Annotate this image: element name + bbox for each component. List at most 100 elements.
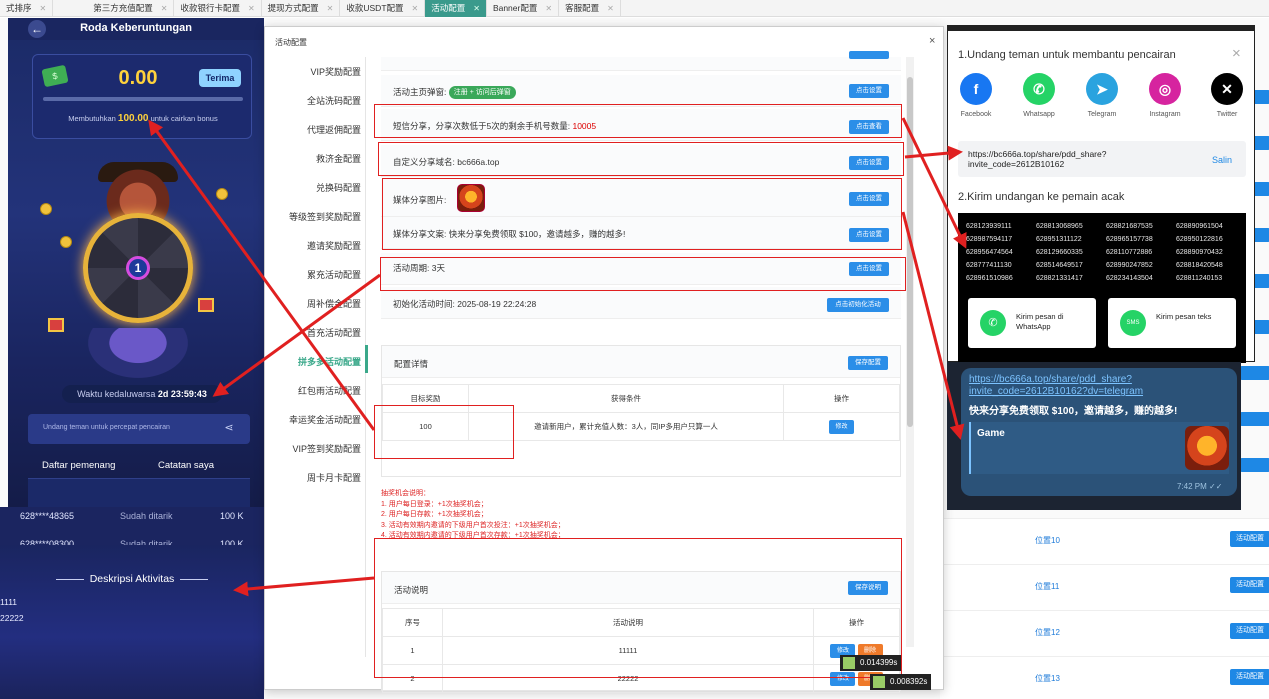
popup-setting-row: 活动主页弹窗: 注册 + 访问后弹窗 点击设置 xyxy=(381,75,901,107)
nav-item-lucky-bonus[interactable]: 幸运奖金活动配置 xyxy=(265,413,361,426)
save-description-button[interactable]: 保存说明 xyxy=(848,581,888,595)
tab-third-party-recharge[interactable]: 第三方充值配置 ✕ xyxy=(53,0,175,17)
view-button[interactable]: 点击查看 xyxy=(849,120,889,134)
tab-sort[interactable]: 式排序 ✕ xyxy=(0,0,54,17)
wheel-illustration: 1 xyxy=(40,162,228,388)
tab-activity-config[interactable]: 活动配置 ✕ xyxy=(425,0,487,17)
position-label: 位置13 xyxy=(1035,674,1060,683)
nav-item-invite-reward[interactable]: 邀请奖励配置 xyxy=(265,239,361,252)
invite-text: Undang teman untuk percepat pencairan xyxy=(43,424,170,431)
twitter-share[interactable]: ✕ Twitter xyxy=(1201,73,1253,118)
nav-item-level-checkin[interactable]: 等级签到奖励配置 xyxy=(265,210,361,223)
requirement-suffix: untuk cairkan bonus xyxy=(150,114,218,123)
expiry-countdown: Waktu kedaluwarsa 2d 23:59:43 xyxy=(62,385,222,403)
nav-item-weekly-compensation[interactable]: 周补偿金配置 xyxy=(265,297,361,310)
set-button[interactable]: 点击设置 xyxy=(849,192,889,206)
phone-number: 628811240153 xyxy=(1176,275,1223,282)
activity-config-button[interactable]: 活动配置 xyxy=(1230,623,1269,639)
tab-my-records[interactable]: Catatan saya xyxy=(158,460,214,471)
instagram-share[interactable]: ◎ Instagram xyxy=(1139,73,1191,118)
nav-item-cumulative-recharge[interactable]: 累充活动配置 xyxy=(265,268,361,281)
save-config-button[interactable]: 保存配置 xyxy=(848,356,888,370)
close-icon[interactable]: ✕ xyxy=(607,0,614,17)
facebook-share[interactable]: f Facebook xyxy=(950,73,1002,118)
init-activity-button[interactable]: 点击初始化活动 xyxy=(827,298,889,312)
telegram-share[interactable]: ➤ Telegram xyxy=(1076,73,1128,118)
section-header: 配置详情 保存配置 xyxy=(382,346,900,378)
nav-item-pdd-activity[interactable]: 拼多多活动配置 xyxy=(265,355,361,368)
activity-config-button[interactable] xyxy=(1240,458,1269,472)
close-icon[interactable]: ✕ xyxy=(327,0,334,17)
scrollbar-thumb[interactable] xyxy=(907,77,913,427)
timer-icon xyxy=(843,657,855,669)
setting-label: 初始化活动时间: 2025-08-19 22:24:28 xyxy=(393,298,536,310)
close-icon[interactable]: × xyxy=(929,35,935,47)
set-button[interactable]: 点击设置 xyxy=(849,156,889,170)
tab-bank-card[interactable]: 收款银行卡配置 ✕ xyxy=(174,0,262,17)
tab-label: 第三方充值配置 xyxy=(93,3,153,13)
tab-withdraw-method[interactable]: 提现方式配置 ✕ xyxy=(262,0,341,17)
domain-row: 自定义分享域名: bc666a.top 点击设置 xyxy=(381,145,901,177)
spin-count-badge[interactable]: 1 xyxy=(126,256,150,280)
activity-config-button[interactable]: 活动配置 xyxy=(1230,577,1269,593)
receive-button[interactable]: Terima xyxy=(199,69,241,87)
set-button[interactable]: 点击设置 xyxy=(849,262,889,276)
rules-line: 4. 活动有效期内邀请的下级用户首次存款：+1次抽奖机会； xyxy=(381,532,565,539)
activity-config-button[interactable]: 活动配置 xyxy=(1230,531,1269,547)
scrollbar[interactable] xyxy=(906,57,914,647)
share-link[interactable]: https://bc666a.top/share/pdd_share?invit… xyxy=(969,374,1229,398)
phone-number: 628813068965 xyxy=(1036,223,1083,230)
nav-item-week-month-card[interactable]: 周卡月卡配置 xyxy=(265,471,361,484)
invite-friends-bar[interactable]: Undang teman untuk percepat pencairan ⋖ xyxy=(28,414,250,444)
share-title: 1.Undang teman untuk membantu pencairan xyxy=(958,49,1176,61)
tab-bar: 式排序 ✕ 第三方充值配置 ✕ 收款银行卡配置 ✕ 提现方式配置 ✕ 收款USDT配置 ✕… xyxy=(0,0,1269,17)
close-icon[interactable]: ✕ xyxy=(40,0,47,17)
phone-number: 628890970432 xyxy=(1176,249,1223,256)
sms-share-row: 短信分享，分享次数低于5次的剩余手机号数量: 10005 点击查看 xyxy=(381,109,901,141)
wheel-stand-graphic xyxy=(88,328,188,378)
send-sms-button[interactable]: SMS Kirim pesan teks xyxy=(1108,298,1236,348)
edit-button[interactable]: 修改 xyxy=(830,671,856,686)
reward-cell: 100 xyxy=(382,412,469,441)
tab-label: 收款银行卡配置 xyxy=(180,3,240,13)
activity-config-button[interactable] xyxy=(1240,412,1269,426)
column-header: 活动说明 xyxy=(442,608,814,637)
set-button[interactable]: 点击设置 xyxy=(849,84,889,98)
close-icon[interactable]: ✕ xyxy=(161,0,168,17)
nav-item-agent-rebate[interactable]: 代理返佣配置 xyxy=(265,123,361,136)
nav-item-redeem-code[interactable]: 兑换码配置 xyxy=(265,181,361,194)
coin-icon xyxy=(216,188,228,200)
nav-item-vip-reward[interactable]: VIP奖励配置 xyxy=(265,65,361,78)
copy-link-button[interactable]: Salin xyxy=(1212,155,1232,165)
tab-label: 式排序 xyxy=(6,3,32,13)
set-button[interactable] xyxy=(849,51,889,59)
activity-config-button[interactable] xyxy=(1240,366,1269,380)
tab-usdt[interactable]: 收款USDT配置 ✕ xyxy=(340,0,426,17)
share-icon[interactable]: ⋖ xyxy=(222,421,236,435)
set-button[interactable]: 点击设置 xyxy=(849,228,889,242)
nav-item-wash-code[interactable]: 全站洗码配置 xyxy=(265,94,361,107)
tab-winner-list[interactable]: Daftar pemenang xyxy=(42,460,115,471)
tab-customer-service[interactable]: 客服配置 ✕ xyxy=(559,0,621,17)
close-icon[interactable]: ✕ xyxy=(545,0,552,17)
popup-mode-badge: 注册 + 访问后弹窗 xyxy=(448,86,516,100)
activity-config-button[interactable]: 活动配置 xyxy=(1230,669,1269,685)
nav-item-first-recharge[interactable]: 首充活动配置 xyxy=(265,326,361,339)
rules-line: 抽奖机会说明： xyxy=(381,490,430,497)
close-icon[interactable]: ✕ xyxy=(412,0,419,17)
media-image-label: 媒体分享图片: xyxy=(393,195,447,205)
nav-item-relief-fund[interactable]: 救济金配置 xyxy=(265,152,361,165)
nav-item-red-packet-rain[interactable]: 红包雨活动配置 xyxy=(265,384,361,397)
whatsapp-share[interactable]: ✆ Whatsapp xyxy=(1013,73,1065,118)
activity-description-panel: Deskripsi Aktivitas 1111 22222 xyxy=(0,545,264,699)
send-whatsapp-button[interactable]: ✆ Kirim pesan di WhatsApp xyxy=(968,298,1096,348)
sms-count: 10005 xyxy=(572,121,597,131)
nav-item-vip-checkin[interactable]: VIP签到奖励配置 xyxy=(265,442,361,455)
close-icon[interactable]: × xyxy=(1232,45,1241,62)
tab-banner[interactable]: Banner配置 ✕ xyxy=(487,0,560,17)
link-preview-card[interactable]: Game xyxy=(969,422,1229,474)
close-icon[interactable]: ✕ xyxy=(248,0,255,17)
withdraw-requirement: Membutuhkan 100.00 untuk cairkan bonus xyxy=(33,113,253,124)
close-icon[interactable]: ✕ xyxy=(473,0,480,17)
edit-button[interactable]: 修改 xyxy=(829,419,854,434)
